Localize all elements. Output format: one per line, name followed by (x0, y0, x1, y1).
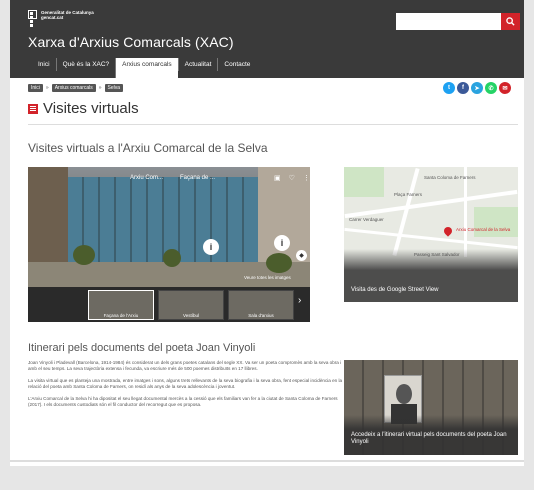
view-all-link[interactable]: Veure totes les imatges (244, 275, 291, 280)
poet-section-title: Itinerari pels documents del poeta Joan … (28, 342, 256, 354)
gencat-mark-icon (28, 10, 37, 27)
tour-title-1: Arxiu Com... (130, 175, 164, 181)
site-title[interactable]: Xarxa d'Arxius Comarcals (XAC) (28, 34, 234, 50)
map-label: Arxiu Comarcal de la Selva (456, 227, 511, 232)
paragraph: La visita virtual que es planteja una mo… (28, 378, 343, 389)
main-nav: Inici Què és la XAC? Arxius comarcals Ac… (32, 58, 256, 78)
heart-icon[interactable]: ♡ (289, 174, 295, 182)
search-input[interactable] (396, 13, 501, 30)
page-heading: Visites virtuals (28, 100, 139, 117)
page-bottom (0, 466, 534, 490)
twitter-icon[interactable]: t (443, 82, 455, 94)
divider (28, 124, 518, 125)
info-hotspot-icon[interactable]: i (203, 239, 219, 255)
poet-itinerary-card[interactable]: Accedeix a l'itinerari virtual pels docu… (344, 360, 518, 455)
compass-icon[interactable]: ◆ (296, 250, 307, 261)
info-hotspot-icon[interactable]: i (274, 235, 290, 251)
breadcrumb: Inici » Arxius comarcals » Selva (28, 84, 124, 92)
gallery-icon[interactable]: ▣ (274, 174, 281, 182)
map-caption: Visita des de Google Street View (351, 287, 439, 293)
breadcrumb-item-arxius[interactable]: Arxius comarcals (51, 84, 96, 92)
breadcrumb-item-selva[interactable]: Selva (104, 84, 124, 92)
thumbnail[interactable]: Façana de l'Arxiu (88, 289, 154, 320)
street-view-map-card[interactable]: Santa Coloma de Farners Arxiu Comarcal d… (344, 167, 518, 302)
list-icon (28, 103, 38, 114)
page-container: Generalitat de Catalunya gencat.cat Xarx… (10, 0, 524, 490)
whatsapp-icon[interactable]: ✆ (485, 82, 497, 94)
social-share: t f ➤ ✆ ✉ (443, 82, 511, 94)
poet-card-caption: Accedeix a l'itinerari virtual pels docu… (351, 432, 507, 445)
divider (10, 460, 524, 462)
map-label: Santa Coloma de Farners (424, 175, 476, 180)
breadcrumb-item-inici[interactable]: Inici (28, 84, 43, 92)
nav-tab-inici[interactable]: Inici (32, 58, 56, 71)
gencat-logo[interactable]: Generalitat de Catalunya gencat.cat (28, 10, 94, 27)
map-label: Carrer Verdaguer (349, 217, 384, 222)
telegram-icon[interactable]: ➤ (471, 82, 483, 94)
chevron-right-icon[interactable]: › (298, 295, 301, 306)
thumbnail[interactable]: Vestíbul (158, 289, 224, 320)
paragraph: L'Arxiu Comarcal de la Selva hi ha dipos… (28, 396, 338, 407)
map-label: Plaça Farners (394, 192, 423, 197)
thumbnail-strip: Façana de l'Arxiu Vestíbul Sala d'arxius (28, 287, 310, 322)
page-title: Visites virtuals (43, 100, 139, 117)
nav-tab-arxius-comarcals[interactable]: Arxius comarcals (115, 58, 178, 78)
virtual-tour-viewer[interactable]: Arxiu Com... Façana de ... ▣ ♡ ⋮ i i ◆ V… (28, 167, 310, 322)
search-button[interactable] (501, 13, 520, 30)
search-icon (506, 17, 515, 26)
more-icon[interactable]: ⋮ (303, 174, 310, 182)
nav-tab-actualitat[interactable]: Actualitat (177, 58, 218, 71)
facebook-icon[interactable]: f (457, 82, 469, 94)
tour-title-2: Façana de ... (180, 175, 216, 181)
map-pin-icon (442, 225, 454, 237)
nav-tab-contacte[interactable]: Contacte (217, 58, 256, 71)
email-icon[interactable]: ✉ (499, 82, 511, 94)
nav-tab-que-es-xac[interactable]: Què és la XAC? (55, 58, 116, 71)
search-box (396, 13, 520, 30)
section-title: Visites virtuals a l'Arxiu Comarcal de l… (28, 141, 268, 155)
poet-description: Joan Vinyoli i Pladevall (Barcelona, 191… (28, 360, 346, 414)
paragraph: Joan Vinyoli i Pladevall (Barcelona, 191… (28, 360, 342, 371)
site-header: Generalitat de Catalunya gencat.cat Xarx… (10, 0, 524, 78)
logo-line2: gencat.cat (41, 15, 64, 20)
thumbnail[interactable]: Sala d'arxius (228, 289, 294, 320)
